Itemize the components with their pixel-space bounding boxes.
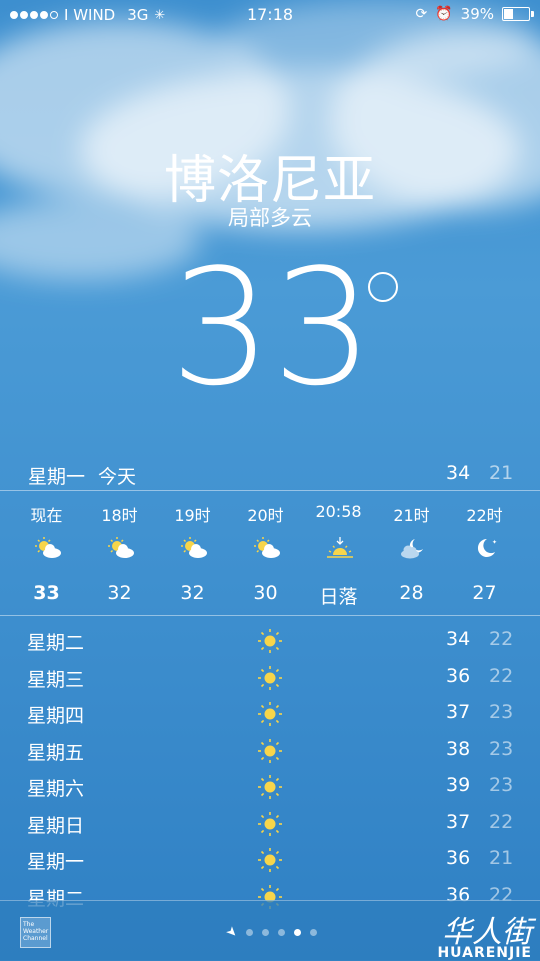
rotation-lock-icon: ⟳: [415, 6, 428, 22]
hour-temp: 32: [180, 582, 205, 604]
day-low: 23: [489, 701, 514, 723]
daily-row: 星期三 36 22: [0, 659, 540, 696]
day-high: 36: [446, 664, 471, 687]
day-low: 22: [489, 664, 514, 687]
today-day: 星期一: [28, 466, 86, 488]
day-high: 37: [446, 810, 471, 833]
location-arrow-icon: ➤: [222, 923, 241, 942]
cloudy-night-icon: [401, 539, 423, 559]
today-label: 今天: [98, 466, 137, 488]
day-name: 星期一: [27, 851, 85, 873]
hour-temp: 30: [253, 582, 278, 604]
hour-time: 22时: [466, 506, 503, 525]
watermark: 华人街 HUARENJIE: [437, 907, 532, 961]
battery-percent: 39%: [460, 5, 494, 23]
sun-icon: [258, 811, 282, 836]
day-name: 星期三: [27, 668, 85, 691]
day-high: 38: [446, 737, 471, 760]
hourly-item: 18时 32: [83, 490, 156, 614]
day-name: 星期六: [27, 778, 85, 800]
svg-text:✦: ✦: [492, 539, 497, 546]
hour-time: 现在: [30, 506, 63, 525]
hourly-item: 20:58 日落: [302, 490, 375, 614]
day-high: 34: [446, 628, 471, 650]
partly-cloudy-icon: [254, 537, 280, 558]
day-high: 36: [446, 847, 471, 869]
sun-icon: [258, 848, 282, 872]
day-name: 星期日: [27, 814, 85, 837]
day-low: 22: [489, 628, 514, 650]
current-temperature: 33: [170, 234, 374, 421]
day-low: 23: [489, 774, 514, 796]
hour-time: 20时: [247, 506, 284, 525]
sunset-icon: [327, 537, 353, 558]
moon-icon: ✦: [477, 538, 497, 557]
watermark-subtext: HUARENJIE: [437, 945, 532, 961]
degree-symbol-icon: [368, 272, 398, 302]
day-high: 37: [446, 701, 471, 723]
daily-row: 星期五 38 23: [0, 732, 540, 769]
sun-icon: [258, 775, 282, 799]
day-low: 23: [489, 737, 514, 760]
hour-temp: 33: [33, 582, 60, 604]
page-dot: [309, 929, 317, 936]
bottom-toolbar: The Weather Channel ➤ 华人街 HUARENJIE: [0, 900, 540, 961]
sun-icon: [258, 629, 282, 653]
hourly-item: 19时 32: [156, 490, 229, 614]
day-name: 星期五: [27, 741, 85, 764]
hourly-item: 22时 ✦ 27: [448, 490, 521, 614]
weather-channel-logo[interactable]: The Weather Channel: [20, 917, 51, 948]
hour-time: 18时: [101, 506, 138, 525]
page-dot: [277, 929, 285, 936]
daily-row: 星期四 37 23: [0, 695, 540, 732]
daily-row: 星期日 37 22: [0, 805, 540, 842]
sun-icon: [258, 702, 282, 726]
hourly-item: 20时 30: [229, 490, 302, 614]
page-indicator[interactable]: ➤: [222, 923, 317, 942]
today-summary-row: 星期一 今天 34 21: [0, 458, 540, 488]
page-dot: [261, 929, 269, 936]
partly-cloudy-icon: [181, 537, 207, 558]
hour-temp: 27: [472, 582, 497, 604]
hourly-item: 现在 33: [10, 490, 83, 614]
today-high: 34: [446, 462, 471, 484]
page-dot-active: [293, 929, 301, 936]
partly-cloudy-icon: [35, 537, 61, 558]
day-low: 22: [489, 810, 514, 833]
hour-temp: 32: [107, 582, 132, 604]
day-name: 星期四: [27, 705, 85, 727]
weather-condition: 局部多云: [228, 206, 312, 230]
alarm-clock-icon: ⏰: [435, 6, 453, 22]
divider-bottom: [0, 615, 540, 616]
day-name: 星期二: [27, 632, 85, 654]
hour-temp: 日落: [319, 586, 358, 608]
day-low: 21: [489, 847, 514, 869]
daily-forecast-list[interactable]: 星期二 34 22 星期三 36 22 星期四 37 23 星期五 38 23 …: [0, 622, 540, 914]
hour-time: 19时: [174, 506, 211, 525]
today-low: 21: [489, 462, 514, 484]
sun-icon: [258, 738, 282, 763]
hourly-forecast[interactable]: 现在 33 18时 32 19时 32 20时 30 20:58 日落 21时 …: [10, 490, 530, 614]
partly-cloudy-icon: [108, 537, 134, 558]
status-right: ⟳ ⏰ 39%: [415, 5, 534, 23]
page-dot: [245, 929, 253, 936]
daily-row: 星期一 36 21: [0, 841, 540, 878]
hour-time: 21时: [393, 506, 430, 525]
battery-icon: [502, 7, 534, 21]
day-high: 39: [446, 774, 471, 796]
hour-time: 20:58: [315, 502, 362, 521]
sun-icon: [258, 665, 282, 690]
hour-temp: 28: [399, 582, 424, 604]
daily-row: 星期六 39 23: [0, 768, 540, 805]
hourly-item: 21时 28: [375, 490, 448, 614]
daily-row: 星期二 34 22: [0, 622, 540, 659]
status-bar: I WIND 3G ✳ 17:18 ⟳ ⏰ 39%: [0, 0, 540, 30]
